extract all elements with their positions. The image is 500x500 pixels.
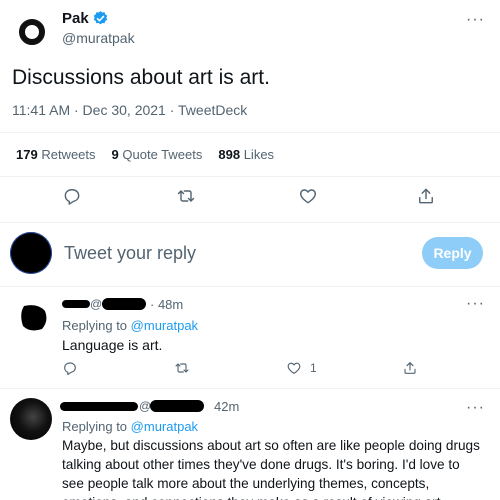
replying-to-link[interactable]: @muratpak <box>131 318 198 333</box>
share-icon[interactable] <box>416 186 436 206</box>
more-icon[interactable]: ··· <box>466 400 485 416</box>
replying-to-prefix: Replying to <box>62 318 128 333</box>
redacted-author-handle <box>102 298 146 310</box>
likes-count: 898 <box>218 147 241 162</box>
divider <box>0 176 500 177</box>
quotes-stat[interactable]: 9 Quote Tweets <box>112 147 203 162</box>
reply-text: Maybe, but discussions about art so ofte… <box>62 438 480 500</box>
retweet-icon[interactable] <box>176 186 196 206</box>
divider <box>0 286 500 287</box>
author-avatar[interactable] <box>16 16 48 48</box>
share-icon[interactable] <box>402 360 418 376</box>
author-name[interactable]: Pak <box>62 10 89 27</box>
like-icon[interactable] <box>286 360 302 376</box>
reply-avatar[interactable] <box>10 398 52 440</box>
author-handle[interactable]: @muratpak <box>62 30 135 46</box>
tweet-text: Discussions about art is art. <box>12 66 270 89</box>
divider <box>0 132 500 133</box>
replying-to-line: Replying to @muratpak <box>62 419 198 434</box>
replying-to-prefix: Replying to <box>62 419 128 434</box>
author-name-row[interactable]: Pak <box>62 8 109 28</box>
more-icon[interactable]: ··· <box>466 296 485 312</box>
reply-time[interactable]: · 48m <box>150 297 183 312</box>
reply-button[interactable]: Reply <box>422 237 483 269</box>
likes-label: Likes <box>243 147 275 162</box>
retweets-count: 179 <box>16 147 38 162</box>
reply-icon[interactable] <box>62 186 82 206</box>
retweet-icon[interactable] <box>174 360 190 376</box>
replying-to-line: Replying to @muratpak <box>62 318 198 333</box>
like-count: 1 <box>310 361 317 375</box>
redacted-author-handle <box>150 400 204 412</box>
reply-input[interactable] <box>64 240 404 266</box>
reply-text: Language is art. <box>62 337 163 353</box>
replying-to-link[interactable]: @muratpak <box>131 419 198 434</box>
verified-badge-icon <box>92 10 109 27</box>
reply-avatar[interactable] <box>18 302 48 332</box>
likes-stat[interactable]: 898 Likes <box>218 147 274 162</box>
more-icon[interactable]: ··· <box>466 12 485 28</box>
retweets-label: Retweets <box>41 147 96 162</box>
redacted-author-name <box>62 300 90 308</box>
retweets-stat[interactable]: 179 Retweets <box>16 147 96 162</box>
redacted-author-name <box>60 402 138 411</box>
tweet-timestamp[interactable]: 11:41 AM · Dec 30, 2021 · TweetDeck <box>12 102 247 118</box>
like-icon[interactable] <box>298 186 318 206</box>
reply-time[interactable]: 42m <box>214 399 239 414</box>
stats-row: 179 Retweets 9 Quote Tweets 898 Likes <box>16 147 274 162</box>
reply-icon[interactable] <box>62 360 78 376</box>
divider <box>0 222 500 223</box>
redacted-handle-at: @ <box>90 297 103 311</box>
quotes-label: Quote Tweets <box>122 147 203 162</box>
current-user-avatar[interactable] <box>10 232 52 274</box>
divider <box>0 388 500 389</box>
quotes-count: 9 <box>111 147 119 162</box>
